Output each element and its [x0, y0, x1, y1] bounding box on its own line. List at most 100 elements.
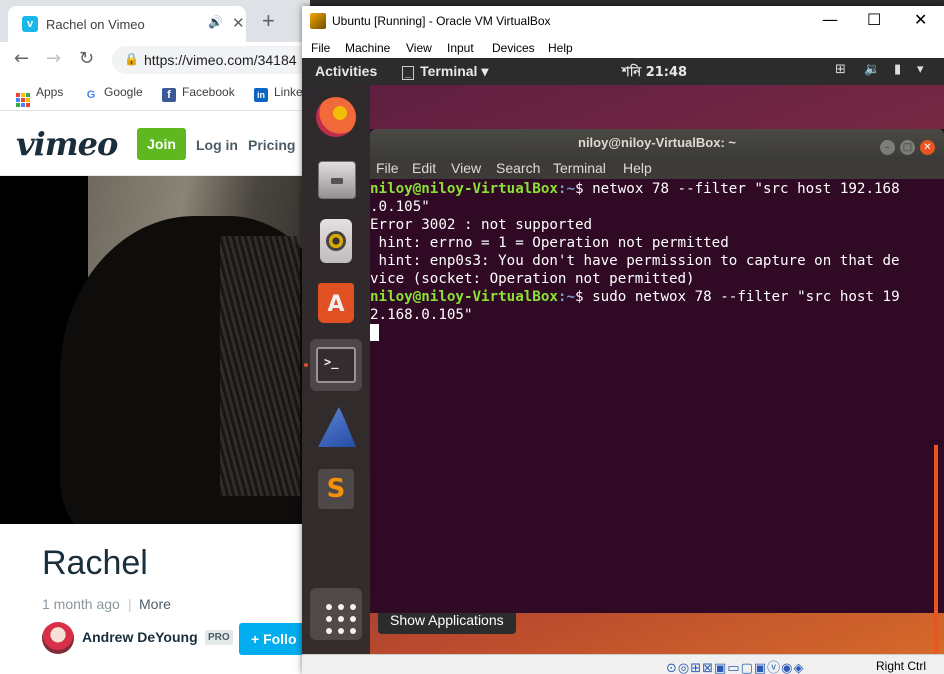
terminal-menu-terminal[interactable]: Terminal: [553, 160, 606, 176]
new-tab-button[interactable]: +: [262, 10, 275, 32]
terminal-menu-edit[interactable]: Edit: [412, 160, 436, 176]
ubuntu-dock: A >_ S: [302, 85, 370, 654]
dock-firefox[interactable]: [310, 91, 362, 143]
terminal-menu-search[interactable]: Search: [496, 160, 540, 176]
terminal-window-buttons: – □ ✕: [880, 135, 940, 155]
vbox-menu-machine[interactable]: Machine: [345, 41, 390, 55]
bookmark-apps-label: Apps: [36, 85, 64, 99]
device-status-icons[interactable]: ⊙◎⊞⊠▣▭▢▣ⓥ◉◈: [666, 657, 805, 674]
prompt-path: :~: [557, 289, 576, 305]
bookmark-apps[interactable]: Apps: [16, 85, 63, 107]
video-player[interactable]: [0, 176, 310, 524]
bookmarks-bar: Apps G Google f Facebook in Linke: [0, 78, 310, 111]
vbox-menu-file[interactable]: File: [311, 41, 330, 55]
virtualbox-icon: [310, 13, 326, 29]
system-menu-chevron-down-icon[interactable]: ▾: [917, 62, 924, 77]
bookmark-linkedin-label: Linke: [274, 85, 303, 99]
vbox-menu-view[interactable]: View: [406, 41, 432, 55]
video-hair: [220, 236, 300, 496]
terminal-line: niloy@niloy-VirtualBox:~$ sudo netwox 78…: [370, 288, 944, 306]
address-bar-url: https://vimeo.com/34184: [144, 52, 297, 68]
terminal-titlebar: niloy@niloy-VirtualBox: ~ – □ ✕: [370, 129, 944, 157]
terminal-maximize-icon[interactable]: □: [900, 140, 915, 155]
terminal-app-icon: _: [402, 66, 415, 80]
prompt-sign: $: [575, 289, 593, 305]
terminal-line: .0.105": [370, 199, 430, 215]
terminal-close-icon[interactable]: ✕: [920, 140, 935, 155]
back-arrow-icon[interactable]: ←: [14, 50, 29, 68]
dock-wireshark[interactable]: [310, 401, 362, 453]
activities-button[interactable]: Activities: [315, 63, 377, 79]
battery-icon[interactable]: ▮: [894, 62, 901, 77]
lock-icon: 🔒: [124, 52, 139, 66]
terminal-menu-help[interactable]: Help: [623, 160, 652, 176]
bookmark-facebook-label: Facebook: [182, 85, 235, 99]
vbox-titlebar: Ubuntu [Running] - Oracle VM VirtualBox …: [302, 6, 944, 36]
bookmark-facebook[interactable]: f Facebook: [162, 85, 235, 102]
terminal-line: Error 3002 : not supported: [370, 217, 593, 233]
terminal-icon: >_: [316, 347, 356, 383]
terminal-output[interactable]: niloy@niloy-VirtualBox:~$ netwox 78 --fi…: [370, 180, 944, 613]
terminal-menubar: File Edit View Search Terminal Help: [370, 157, 944, 179]
tab-rachel-on-vimeo[interactable]: v Rachel on Vimeo 🔊 ✕: [8, 6, 246, 42]
vbox-menu-help[interactable]: Help: [548, 41, 573, 55]
tab-title: Rachel on Vimeo: [46, 17, 145, 32]
login-link[interactable]: Log in: [196, 137, 238, 153]
vimeo-logo[interactable]: vimeo: [16, 125, 118, 163]
dock-rhythmbox[interactable]: [310, 215, 362, 267]
close-icon[interactable]: ✕: [914, 10, 927, 30]
terminal-menu-file[interactable]: File: [376, 160, 399, 176]
bookmark-linkedin[interactable]: in Linke: [254, 85, 303, 102]
facebook-icon: f: [162, 88, 176, 102]
wireshark-icon: [318, 407, 356, 447]
vimeo-favicon-icon: v: [22, 16, 38, 32]
bookmark-google-label: Google: [104, 85, 143, 99]
prompt-sign: $: [575, 181, 593, 197]
volume-icon[interactable]: 🔉: [864, 62, 880, 77]
dock-files[interactable]: [310, 153, 362, 205]
terminal-menu-view[interactable]: View: [451, 160, 481, 176]
address-bar[interactable]: 🔒 https://vimeo.com/34184: [112, 46, 310, 74]
app-grid-icon: [326, 604, 356, 634]
video-title: Rachel: [42, 544, 148, 582]
software-center-icon: A: [318, 283, 354, 323]
maximize-icon[interactable]: ☐: [867, 10, 881, 30]
avatar[interactable]: [42, 622, 74, 654]
join-button[interactable]: Join: [137, 128, 186, 160]
desktop-scroll-indicator: [934, 445, 938, 654]
terminal-line: 2.168.0.105": [370, 307, 473, 323]
reload-icon[interactable]: ↻: [79, 50, 94, 68]
vbox-menubar: File Machine View Input Devices Help: [302, 36, 944, 58]
clock[interactable]: শনি 21:48: [622, 63, 687, 84]
terminal-line: niloy@niloy-VirtualBox:~$ netwox 78 --fi…: [370, 180, 944, 198]
terminal-title: niloy@niloy-VirtualBox: ~: [578, 135, 736, 150]
bookmark-google[interactable]: G Google: [84, 85, 143, 102]
follow-button[interactable]: + Follo: [239, 623, 310, 655]
gnome-top-bar: Activities _ Terminal ▾ শনি 21:48 ⊞ 🔉 ▮ ▾: [302, 58, 944, 85]
minimize-icon[interactable]: —: [822, 10, 838, 30]
dock-sublime-text[interactable]: S: [310, 463, 362, 515]
google-icon: G: [86, 89, 96, 101]
more-link[interactable]: More: [139, 596, 171, 612]
speaker-icon[interactable]: 🔊: [208, 15, 223, 29]
running-indicator: [304, 363, 308, 367]
pricing-link[interactable]: Pricing: [248, 137, 295, 153]
vbox-window-title: Ubuntu [Running] - Oracle VM VirtualBox: [332, 14, 551, 28]
author-name[interactable]: Andrew DeYoung: [82, 629, 198, 645]
terminal-window: niloy@niloy-VirtualBox: ~ – □ ✕ File Edit …: [370, 129, 944, 613]
show-applications-button[interactable]: [310, 588, 362, 640]
vbox-menu-devices[interactable]: Devices: [492, 41, 535, 55]
command-text: sudo netwox 78 --filter "src host 19: [592, 289, 900, 305]
app-menu[interactable]: _ Terminal ▾: [402, 63, 488, 80]
dock-terminal[interactable]: >_: [310, 339, 362, 391]
terminal-minimize-icon[interactable]: –: [880, 140, 895, 155]
network-icon[interactable]: ⊞: [835, 62, 846, 77]
close-tab-icon[interactable]: ✕: [232, 14, 245, 32]
linkedin-icon: in: [254, 88, 268, 102]
dock-software[interactable]: A: [310, 277, 362, 329]
tab-strip: v Rachel on Vimeo 🔊 ✕ +: [0, 0, 310, 42]
pro-badge: PRO: [205, 630, 233, 645]
vbox-menu-input[interactable]: Input: [447, 41, 474, 55]
forward-arrow-icon[interactable]: →: [46, 50, 61, 68]
text-cursor: [370, 324, 379, 341]
